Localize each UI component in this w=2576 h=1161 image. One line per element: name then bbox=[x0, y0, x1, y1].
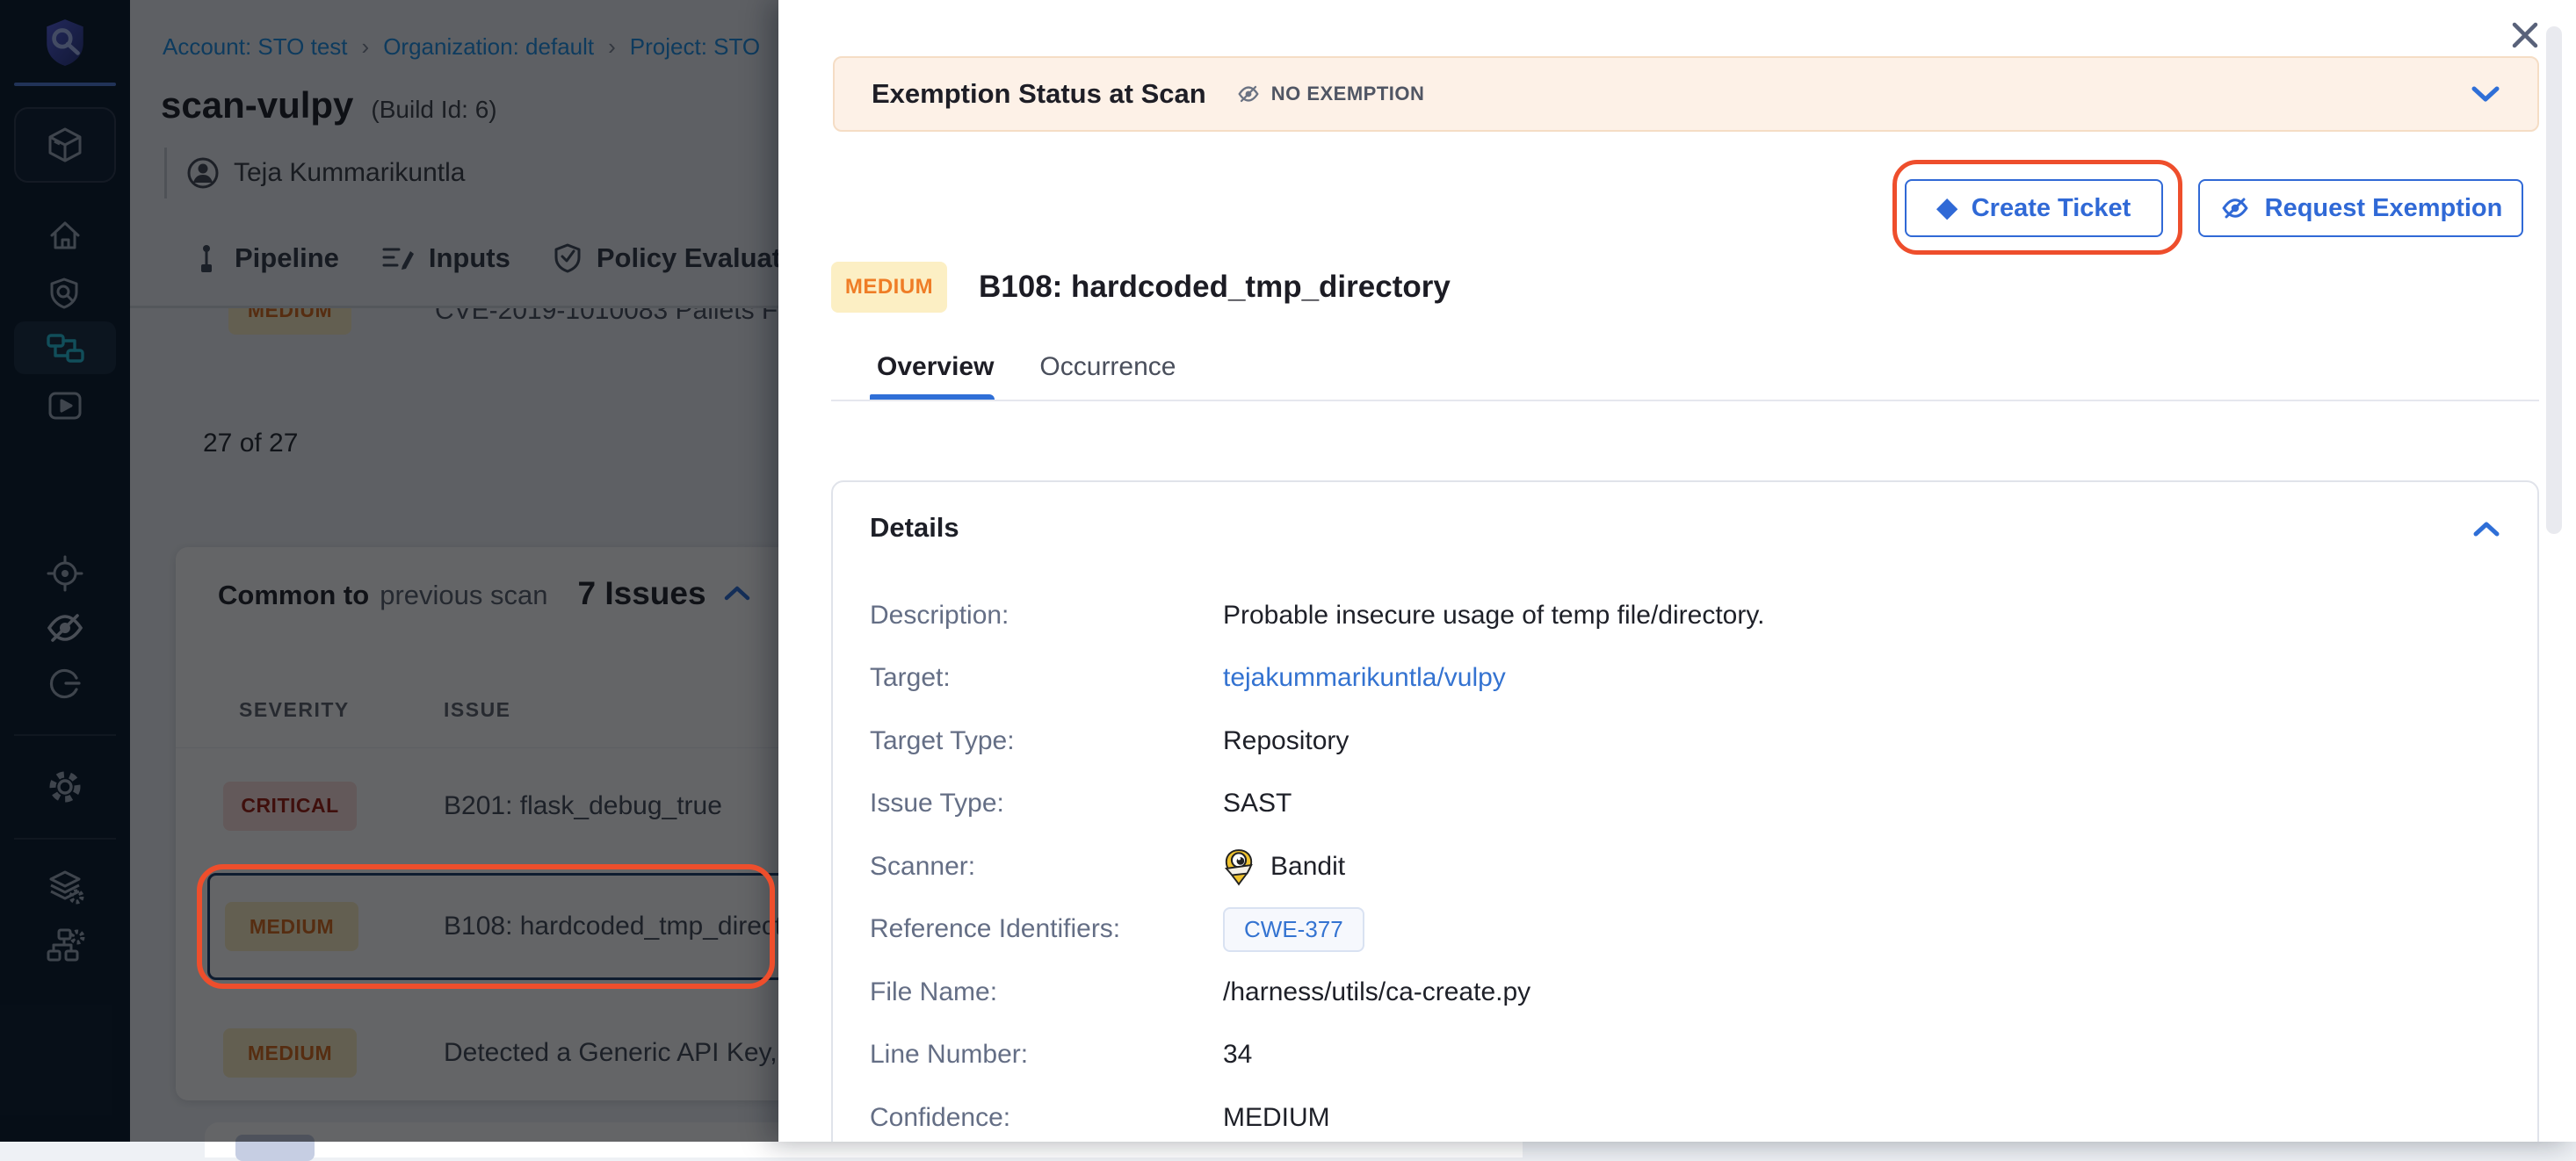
field-description: Description: Probable insecure usage of … bbox=[870, 584, 2500, 647]
eye-off-icon bbox=[2219, 195, 2251, 221]
scanner-name: Bandit bbox=[1270, 852, 1345, 882]
field-target: Target: tejakummarikuntla/vulpy bbox=[870, 647, 2500, 710]
field-scanner: Scanner: Bandit bbox=[870, 835, 2500, 898]
modal-dim-overlay[interactable] bbox=[0, 0, 778, 1142]
field-label: Description: bbox=[870, 601, 1223, 631]
request-exemption-label: Request Exemption bbox=[2265, 194, 2503, 223]
field-label: Reference Identifiers: bbox=[870, 914, 1223, 944]
field-value: Probable insecure usage of temp file/dir… bbox=[1223, 601, 1764, 631]
field-label: Target: bbox=[870, 663, 1223, 693]
field-line-number: Line Number: 34 bbox=[870, 1024, 2500, 1087]
field-label: Confidence: bbox=[870, 1103, 1223, 1133]
cwe-reference-badge[interactable]: CWE-377 bbox=[1223, 907, 1364, 952]
field-label: Target Type: bbox=[870, 726, 1223, 756]
tab-overview[interactable]: Overview bbox=[877, 352, 994, 382]
field-label: File Name: bbox=[870, 977, 1223, 1007]
details-card: Details Description: Probable insecure u… bbox=[831, 480, 2539, 1142]
close-icon bbox=[2510, 20, 2540, 50]
field-value: 34 bbox=[1223, 1040, 1252, 1070]
banner-chevron-down-icon[interactable] bbox=[2471, 85, 2500, 103]
details-field-list: Description: Probable insecure usage of … bbox=[870, 584, 2500, 1142]
field-reference-identifiers: Reference Identifiers: CWE-377 bbox=[870, 898, 2500, 962]
tab-occurrence[interactable]: Occurrence bbox=[1039, 352, 1176, 382]
close-button[interactable] bbox=[2504, 14, 2546, 56]
field-label: Issue Type: bbox=[870, 789, 1223, 818]
field-confidence: Confidence: MEDIUM bbox=[870, 1086, 2500, 1142]
drawer-tab-bar: Overview Occurrence bbox=[877, 352, 1176, 382]
target-repo-link[interactable]: tejakummarikuntla/vulpy bbox=[1223, 663, 1506, 693]
eye-off-icon bbox=[1236, 83, 1261, 105]
severity-badge-medium: MEDIUM bbox=[831, 262, 947, 313]
request-exemption-button[interactable]: Request Exemption bbox=[2198, 179, 2523, 237]
bandit-scanner-icon bbox=[1223, 847, 1255, 886]
create-ticket-label: Create Ticket bbox=[1972, 194, 2131, 223]
exemption-status-text: NO EXEMPTION bbox=[1271, 83, 1425, 105]
field-value: /harness/utils/ca-create.py bbox=[1223, 977, 1530, 1007]
create-ticket-button[interactable]: ◆ Create Ticket bbox=[1905, 179, 2163, 237]
drawer-scrollbar-thumb[interactable] bbox=[2546, 26, 2562, 534]
issue-details-drawer: Exemption Status at Scan NO EXEMPTION ◆ … bbox=[778, 0, 2576, 1142]
field-label: Line Number: bbox=[870, 1040, 1223, 1070]
issue-heading-row: MEDIUM B108: hardcoded_tmp_directory bbox=[831, 262, 1451, 313]
exemption-status-title: Exemption Status at Scan bbox=[872, 78, 1206, 110]
details-heading: Details bbox=[870, 512, 959, 544]
field-file-name: File Name: /harness/utils/ca-create.py bbox=[870, 961, 2500, 1024]
exemption-status-banner: Exemption Status at Scan NO EXEMPTION bbox=[833, 56, 2539, 132]
field-value: MEDIUM bbox=[1223, 1103, 1330, 1133]
field-label: Scanner: bbox=[870, 852, 1223, 882]
issue-title: B108: hardcoded_tmp_directory bbox=[979, 270, 1451, 305]
drawer-tab-divider bbox=[831, 400, 2539, 401]
field-value: Repository bbox=[1223, 726, 1349, 756]
field-value: SAST bbox=[1223, 789, 1292, 818]
field-target-type: Target Type: Repository bbox=[870, 710, 2500, 773]
ticket-diamond-icon: ◆ bbox=[1937, 195, 1957, 221]
field-issue-type: Issue Type: SAST bbox=[870, 773, 2500, 836]
exemption-status-badge: NO EXEMPTION bbox=[1236, 83, 1425, 105]
details-chevron-up-icon[interactable] bbox=[2472, 521, 2500, 537]
